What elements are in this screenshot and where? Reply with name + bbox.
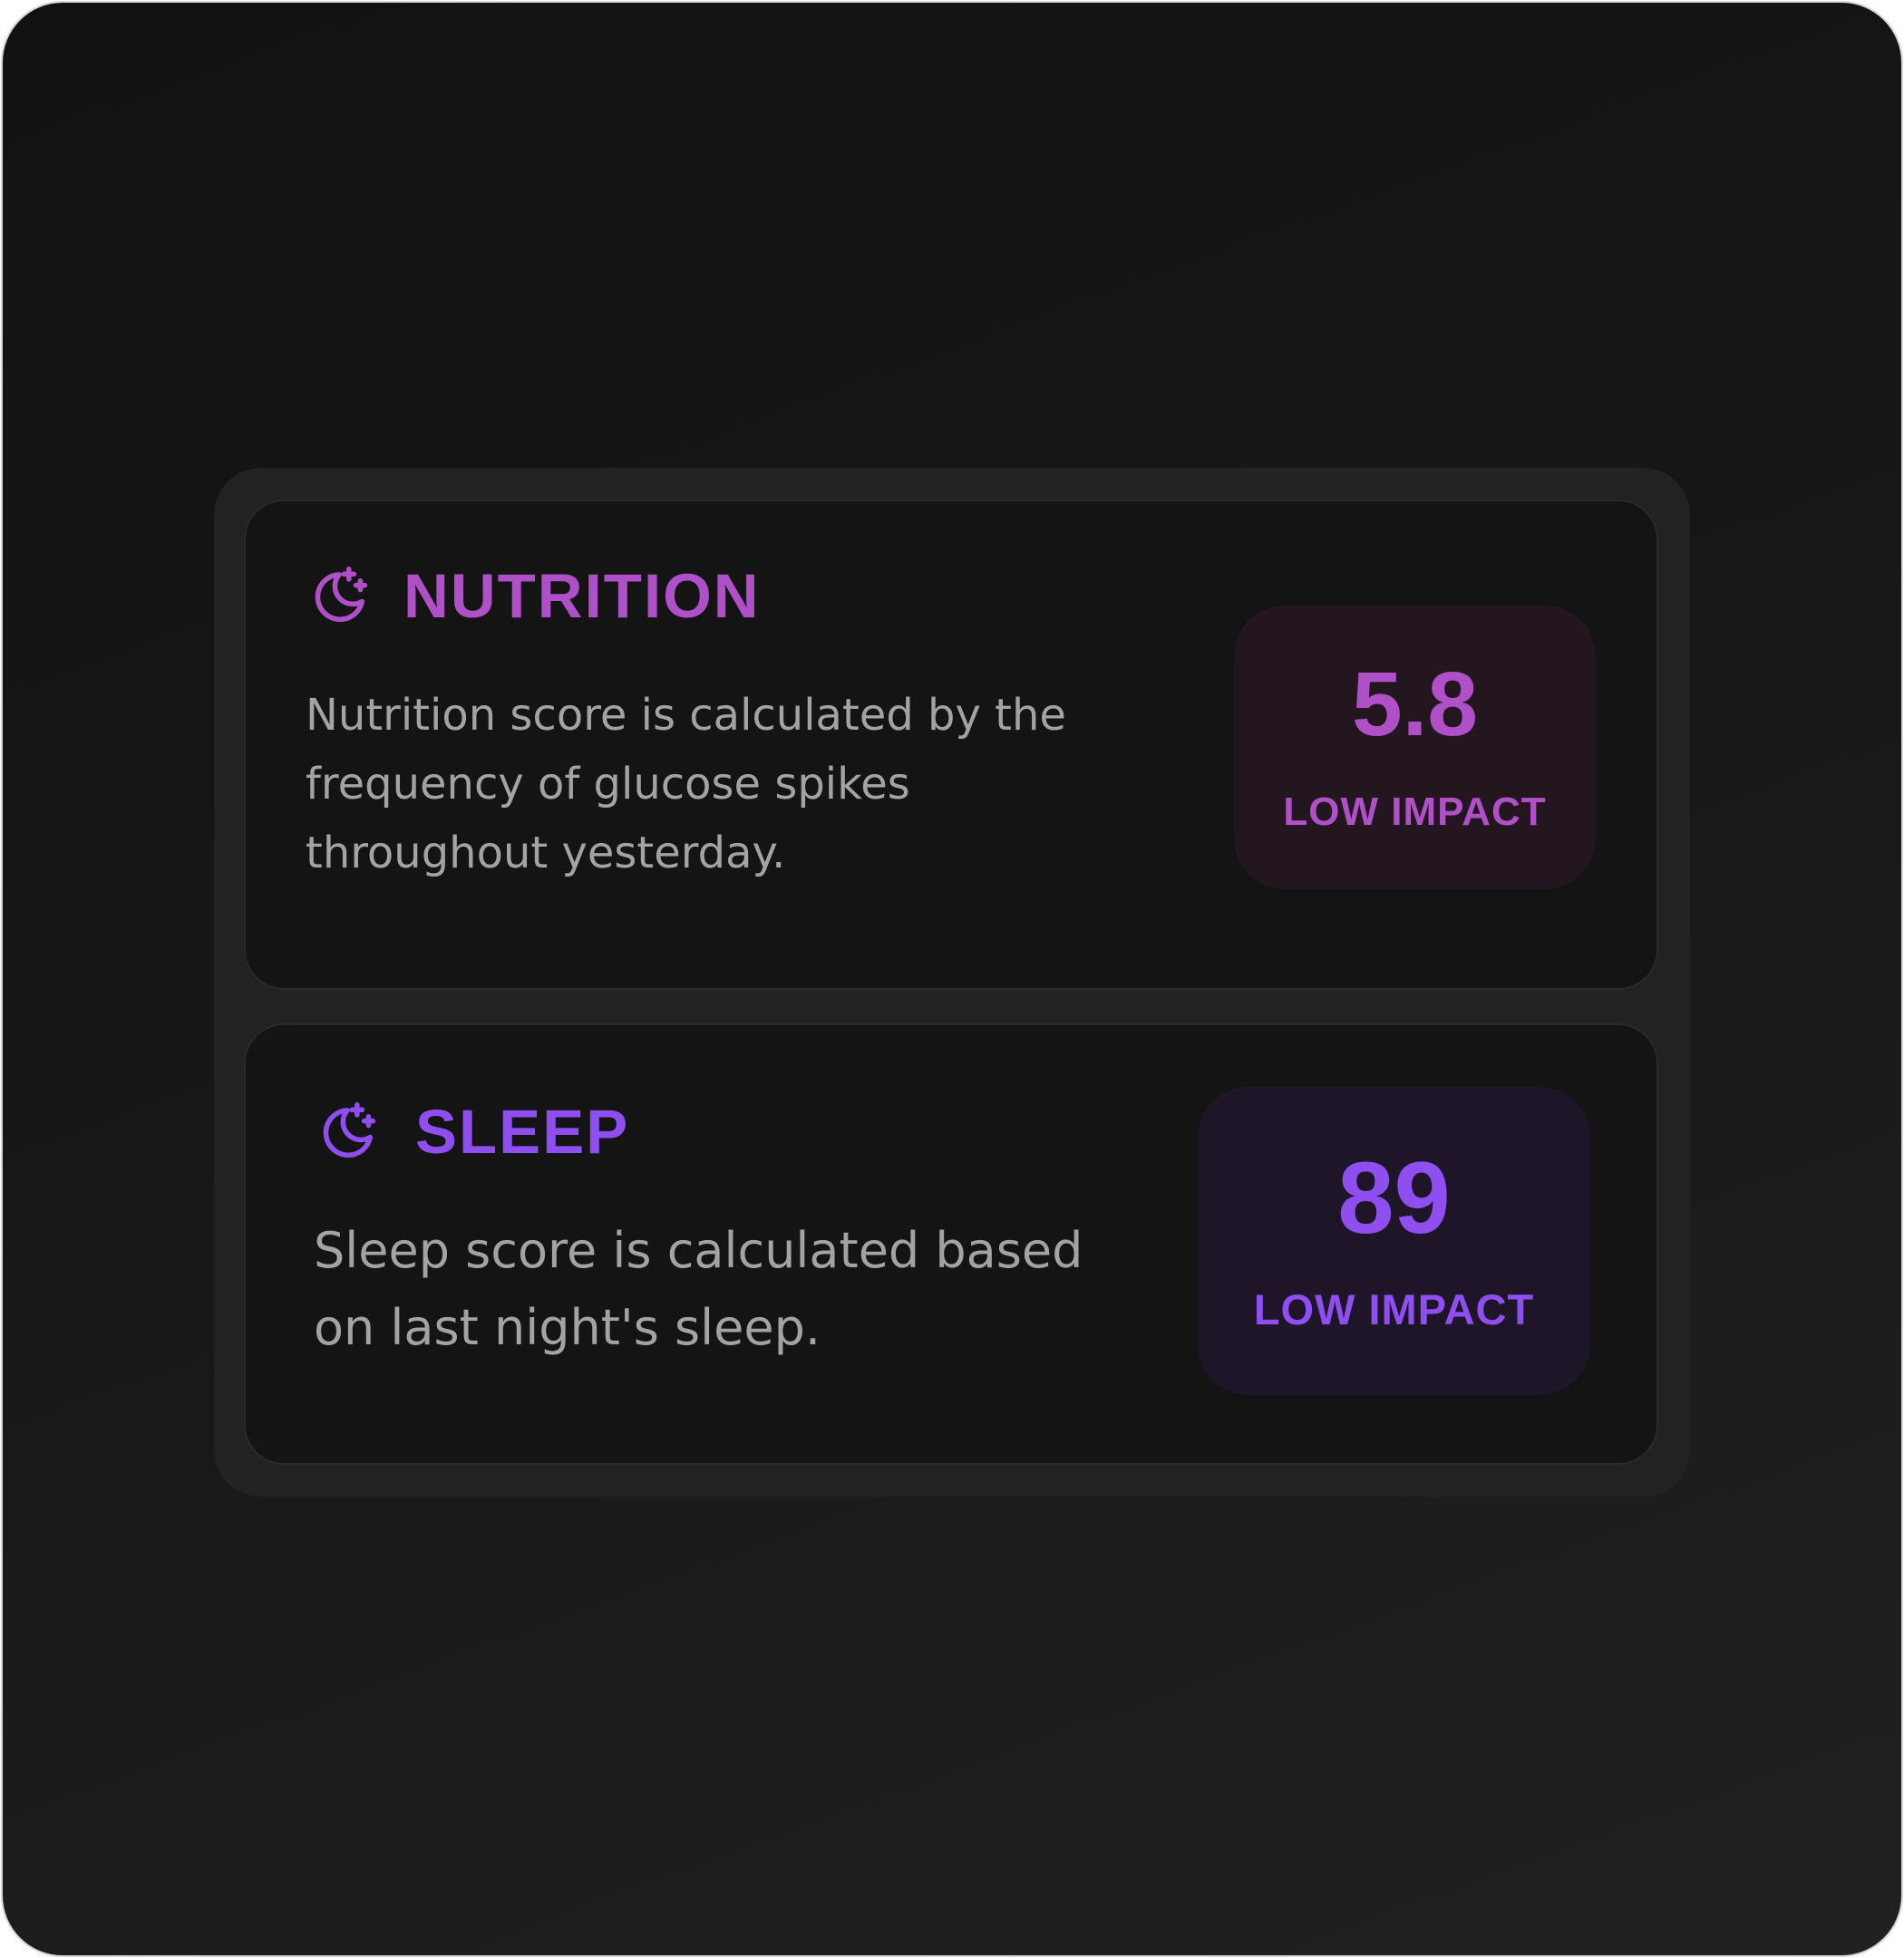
nutrition-title-row: NUTRITION (306, 560, 761, 632)
moon-stars-icon (314, 1099, 381, 1166)
sleep-card[interactable]: SLEEP Sleep score is calculated based on… (244, 1023, 1658, 1465)
nutrition-description: Nutrition score is calculated by the fre… (306, 690, 1066, 878)
nutrition-card[interactable]: NUTRITION Nutrition score is calculated … (244, 499, 1658, 990)
scores-panel: NUTRITION Nutrition score is calculated … (214, 468, 1690, 1497)
sleep-description: Sleep score is calculated based on last … (314, 1222, 1083, 1356)
moon-stars-icon (306, 563, 373, 630)
nutrition-impact-label: LOW IMPACT (1283, 790, 1547, 834)
nutrition-score-badge: 5.8 LOW IMPACT (1234, 606, 1596, 889)
sleep-impact-label: LOW IMPACT (1253, 1285, 1535, 1333)
app-frame: NUTRITION Nutrition score is calculated … (3, 3, 1901, 1955)
sleep-title-row: SLEEP (314, 1096, 629, 1168)
sleep-score-value: 89 (1337, 1141, 1451, 1255)
sleep-title: SLEEP (415, 1097, 630, 1167)
sleep-score-badge: 89 LOW IMPACT (1198, 1087, 1590, 1395)
nutrition-title: NUTRITION (403, 561, 761, 631)
nutrition-score-value: 5.8 (1351, 654, 1478, 755)
